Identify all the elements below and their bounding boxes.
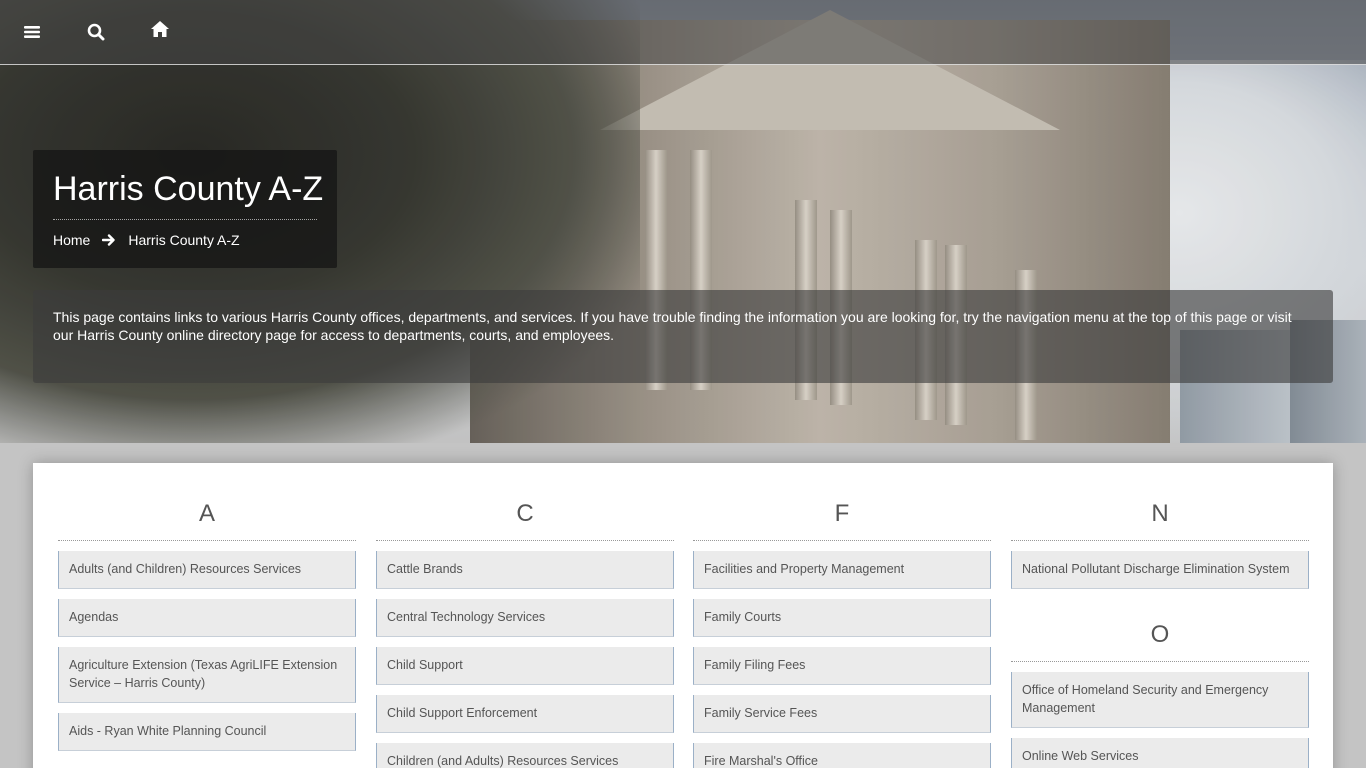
letter-column-n: N National Pollutant Discharge Eliminati… [1011,463,1309,768]
directory-link[interactable]: Child Support [376,647,674,685]
search-button[interactable] [80,16,112,48]
directory-link[interactable]: National Pollutant Discharge Elimination… [1011,551,1309,589]
letter-column-c: C Cattle Brands Central Technology Servi… [376,463,674,768]
page-title: Harris County A-Z [53,170,324,208]
link-list: National Pollutant Discharge Elimination… [1011,541,1309,589]
directory-link[interactable]: Facilities and Property Management [693,551,991,589]
breadcrumb-current: Harris County A-Z [128,232,240,248]
directory-link[interactable]: Cattle Brands [376,551,674,589]
directory-link[interactable]: Agriculture Extension (Texas AgriLIFE Ex… [58,647,356,703]
directory-link[interactable]: Central Technology Services [376,599,674,637]
intro-text: This page contains links to various Harr… [53,309,1292,343]
letter-heading: C [376,463,674,541]
link-list: Facilities and Property Management Famil… [693,541,991,768]
directory-link[interactable]: Adults (and Children) Resources Services [58,551,356,589]
breadcrumb-home-link[interactable]: Home [53,232,90,248]
directory-link[interactable]: Agendas [58,599,356,637]
directory-link[interactable]: Family Service Fees [693,695,991,733]
letter-heading: A [58,463,356,541]
directory-link[interactable]: Family Courts [693,599,991,637]
directory-link[interactable]: Family Filing Fees [693,647,991,685]
letter-column-f: F Facilities and Property Management Fam… [693,463,991,768]
search-icon [87,23,105,41]
letter-heading: N [1011,463,1309,541]
intro-panel: This page contains links to various Harr… [33,290,1333,383]
directory-link[interactable]: Fire Marshal's Office [693,743,991,768]
link-list: Office of Homeland Security and Emergenc… [1011,662,1309,768]
directory-link[interactable]: Office of Homeland Security and Emergenc… [1011,672,1309,728]
directory-link[interactable]: Children (and Adults) Resources Services [376,743,674,768]
menu-icon [24,26,40,38]
breadcrumb: Home Harris County A-Z [53,230,240,250]
top-navigation-bar [0,0,1366,65]
home-button[interactable] [144,13,176,45]
letter-heading: F [693,463,991,541]
letter-column-a: A Adults (and Children) Resources Servic… [58,463,356,761]
arrow-right-icon [102,234,116,246]
page-title-panel: Harris County A-Z Home Harris County A-Z [33,150,337,268]
link-list: Cattle Brands Central Technology Service… [376,541,674,768]
directory-link[interactable]: Child Support Enforcement [376,695,674,733]
home-icon [151,21,169,37]
directory-link[interactable]: Online Web Services [1011,738,1309,768]
link-list: Adults (and Children) Resources Services… [58,541,356,751]
directory-link[interactable]: Aids - Ryan White Planning Council [58,713,356,751]
title-divider [53,219,317,220]
letter-heading: O [1011,599,1309,662]
az-directory-card: A Adults (and Children) Resources Servic… [33,463,1333,768]
menu-button[interactable] [16,16,48,48]
